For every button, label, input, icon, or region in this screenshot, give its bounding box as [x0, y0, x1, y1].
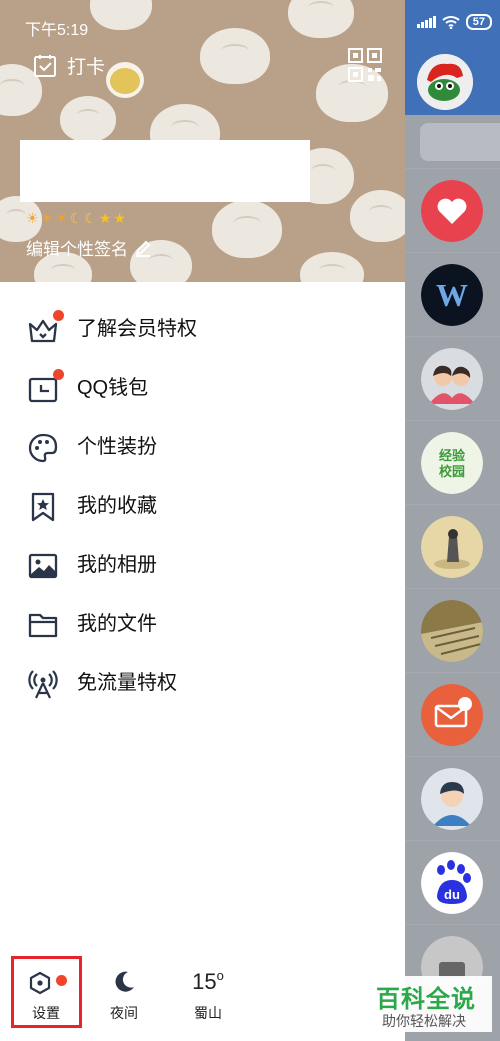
list-item[interactable] — [405, 336, 500, 420]
menu-label: 个性装扮 — [77, 436, 157, 458]
photo-icon — [28, 553, 58, 579]
notification-dot — [53, 369, 64, 380]
moon-icon — [115, 971, 134, 992]
status-time: 下午5:19 — [25, 22, 89, 39]
menu-item-album[interactable]: 我的相册 — [0, 536, 405, 595]
background-pattern — [200, 28, 270, 84]
night-label: 夜间 — [110, 1005, 138, 1021]
nickname-redacted[interactable] — [20, 140, 310, 202]
list-item[interactable]: du — [405, 840, 500, 924]
list-item[interactable]: W — [405, 252, 500, 336]
watermark: 百科全说 助你轻松解决 — [370, 976, 492, 1032]
weather-button[interactable]: 15o 蜀山 — [172, 955, 244, 1031]
wifi-icon — [442, 16, 460, 29]
menu-label: 我的收藏 — [77, 495, 157, 517]
avatar — [421, 684, 483, 746]
my-avatar[interactable] — [417, 54, 473, 110]
svg-text:du: du — [444, 887, 460, 902]
watermark-title: 百科全说 — [376, 986, 476, 1013]
calendar-check-icon — [34, 54, 56, 77]
avatar: du — [421, 852, 483, 914]
drawer-menu: 了解会员特权 QQ钱包 个性装扮 我的收藏 我的相册 我的文件 免流量特权 — [0, 300, 405, 713]
level-badges[interactable]: ☀ ☀ ☀ ☾ ☾ ★ ★ — [26, 209, 126, 227]
moon-icon: ☾ — [84, 210, 97, 226]
avatar: 经验 校园 — [421, 432, 483, 494]
signal-icon — [416, 16, 436, 28]
menu-item-personalization[interactable]: 个性装扮 — [0, 418, 405, 477]
avatar — [421, 180, 483, 242]
checkin-button[interactable]: 打卡 — [33, 52, 105, 79]
avatar — [421, 600, 483, 662]
sun-icon: ☀ — [26, 210, 39, 226]
sun-icon: ☀ — [55, 210, 68, 226]
profile-header: 下午5:19 打卡 ☀ ☀ ☀ ☾ ☾ ★ ★ 编辑个性签名 — [0, 0, 405, 282]
battery-indicator: 57 — [465, 14, 492, 30]
svg-text:经验: 经验 — [439, 448, 466, 464]
menu-label: 免流量特权 — [77, 672, 177, 694]
night-mode-button[interactable]: 夜间 — [88, 955, 160, 1031]
svg-text:校园: 校园 — [439, 464, 465, 480]
star-icon: ★ — [98, 210, 112, 226]
menu-label: QQ钱包 — [77, 377, 149, 399]
chat-list-header: 57 — [405, 0, 500, 115]
bookmark-star-icon — [31, 492, 55, 522]
edit-signature[interactable]: 编辑个性签名 — [26, 235, 152, 260]
watermark-subtitle: 助你轻松解决 — [382, 1013, 466, 1029]
avatar — [421, 768, 483, 830]
menu-item-vip-privileges[interactable]: 了解会员特权 — [0, 300, 405, 359]
svg-text:W: W — [436, 277, 468, 313]
menu-item-files[interactable]: 我的文件 — [0, 595, 405, 654]
qr-code-icon[interactable] — [348, 48, 382, 82]
notification-dot — [53, 310, 64, 321]
list-item[interactable] — [405, 756, 500, 840]
menu-item-qq-wallet[interactable]: QQ钱包 — [0, 359, 405, 418]
side-drawer: 下午5:19 打卡 ☀ ☀ ☀ ☾ ☾ ★ ★ 编辑个性签名 了解会员特权 QQ… — [0, 0, 405, 1041]
avatar — [421, 348, 483, 410]
pencil-icon — [135, 240, 151, 257]
folder-icon — [28, 613, 58, 638]
list-item[interactable] — [405, 672, 500, 756]
menu-item-free-data[interactable]: 免流量特权 — [0, 654, 405, 713]
star-icon: ★ — [113, 210, 126, 226]
menu-label: 我的文件 — [77, 613, 157, 635]
weather-city: 蜀山 — [194, 1005, 222, 1021]
avatar: W — [421, 264, 483, 326]
checkin-label: 打卡 — [67, 57, 106, 78]
weather-temperature: 15o — [192, 968, 224, 994]
avatar — [421, 516, 483, 578]
list-item[interactable]: 经验 校园 — [405, 420, 500, 504]
search-bar[interactable] — [420, 123, 500, 161]
background-chat-list[interactable]: 57 W 经验 校园 du — [405, 0, 500, 1041]
status-icons: 57 — [416, 14, 492, 30]
sun-icon: ☀ — [40, 210, 54, 226]
list-item[interactable] — [405, 504, 500, 588]
broadcast-tower-icon — [28, 670, 58, 699]
egg-decoration — [106, 62, 144, 98]
moon-icon: ☾ — [69, 210, 83, 226]
list-item[interactable] — [405, 588, 500, 672]
list-item[interactable] — [405, 168, 500, 252]
palette-icon — [28, 433, 58, 463]
menu-item-favorites[interactable]: 我的收藏 — [0, 477, 405, 536]
settings-highlight-box — [11, 956, 82, 1028]
menu-label: 了解会员特权 — [77, 318, 197, 340]
signature-label: 编辑个性签名 — [26, 240, 128, 259]
menu-label: 我的相册 — [77, 554, 157, 576]
